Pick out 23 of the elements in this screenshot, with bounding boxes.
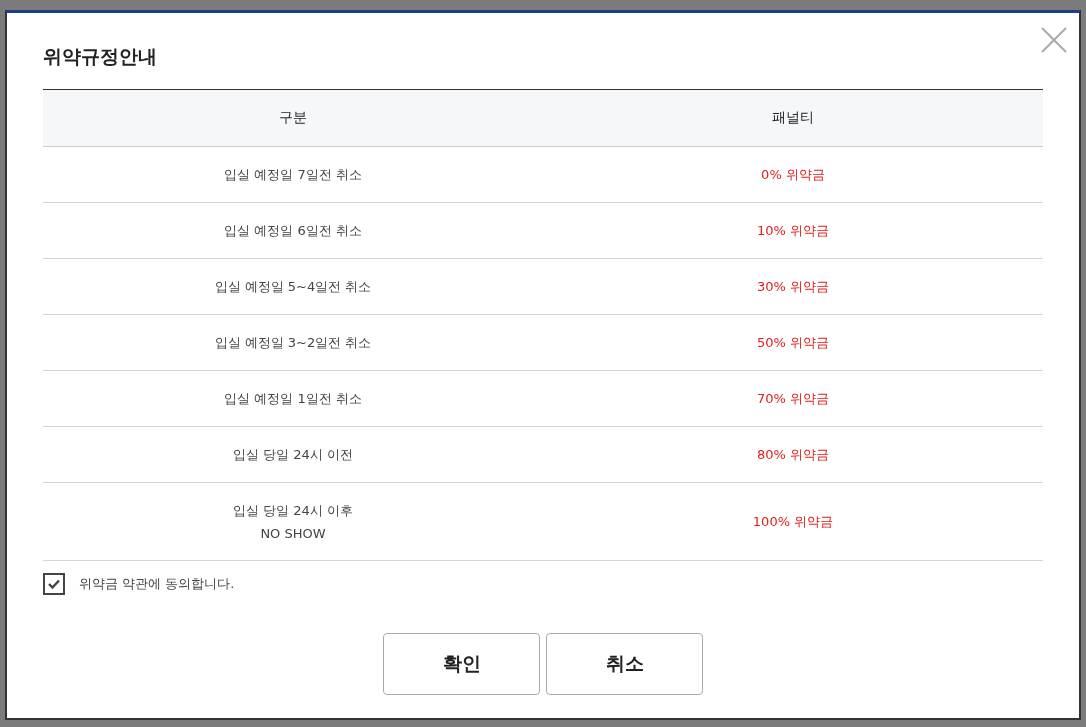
- table-cell: 입실 예정일 5~4일전 취소: [43, 258, 543, 315]
- table-cell: 입실 예정일 7일전 취소: [43, 146, 543, 203]
- table-cell: 입실 예정일 3~2일전 취소: [43, 314, 543, 371]
- table-cell: 입실 당일 24시 이후 NO SHOW: [43, 482, 543, 561]
- dialog-title: 위약규정안내: [43, 44, 158, 69]
- cancel-button[interactable]: 취소: [546, 633, 703, 695]
- table-cell: 0% 위약금: [543, 146, 1043, 203]
- table-cell: 입실 예정일 1일전 취소: [43, 370, 543, 427]
- table-cell: 30% 위약금: [543, 258, 1043, 315]
- close-icon: [1039, 25, 1069, 55]
- column-header: 구분: [43, 89, 543, 147]
- table-cell: 입실 당일 24시 이전: [43, 426, 543, 483]
- table-cell: 10% 위약금: [543, 202, 1043, 259]
- table-cell: 100% 위약금: [543, 482, 1043, 561]
- table-cell: 80% 위약금: [543, 426, 1043, 483]
- confirm-button[interactable]: 확인: [383, 633, 540, 695]
- checkmark-icon: [48, 579, 60, 589]
- table-cell: 70% 위약금: [543, 370, 1043, 427]
- column-header: 패널티: [543, 89, 1043, 147]
- table-cell: 50% 위약금: [543, 314, 1043, 371]
- table-cell: 입실 예정일 6일전 취소: [43, 202, 543, 259]
- checkbox[interactable]: [43, 573, 65, 595]
- checkbox-label: 위약금 약관에 동의합니다.: [79, 575, 235, 593]
